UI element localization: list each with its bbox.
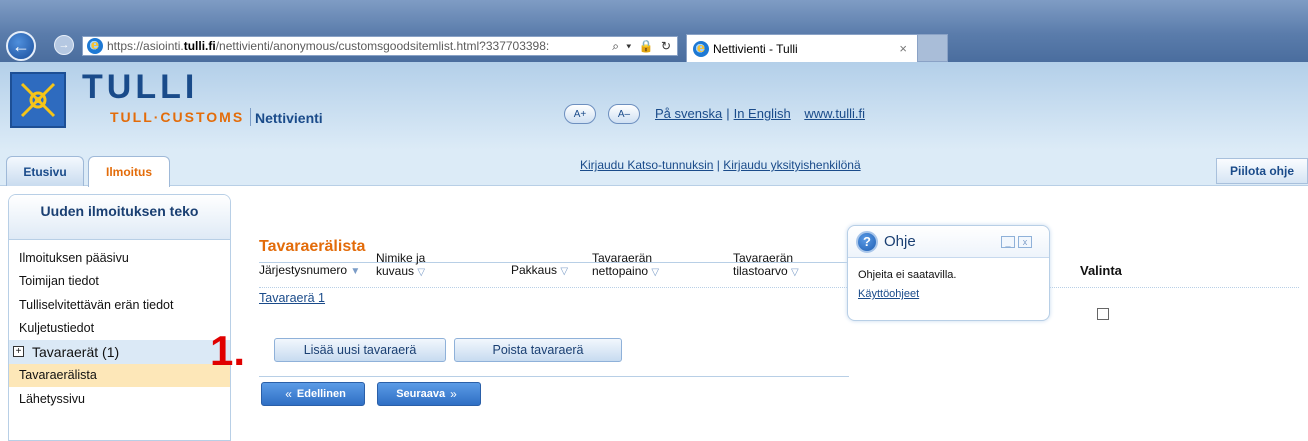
column-label: nettopaino [592,264,649,278]
new-tab-button[interactable] [918,34,948,62]
column-label: Nimike ja [376,251,426,265]
tab-row: Etusivu Ilmoitus Kirjaudu Katso-tunnuksi… [0,150,1308,187]
column-header-package[interactable]: Pakkaus ▽ [511,264,568,278]
sidebar-item-send-page[interactable]: Lähetyssivu [9,387,230,411]
logo-subtitle: TULL·CUSTOMS [110,109,245,125]
help-icon: ? [856,230,878,253]
user-guide-link[interactable]: Käyttöohjeet [858,288,919,300]
next-button[interactable]: Seuraava » [377,382,481,406]
sidebar-item-label: Toimijan tiedot [19,274,99,289]
sidebar-item-label: Lähetyssivu [19,391,86,406]
help-text: Ohjeita ei saatavilla. [858,269,957,281]
url-domain: tulli.fi [183,39,216,53]
font-increase-button[interactable]: A+ [564,104,596,124]
browser-tab-title: Nettivienti - Tulli [713,41,798,56]
remove-goods-item-button[interactable]: Poista tavaraerä [454,338,622,362]
sidebar-item-label: Tulliselvitettävän erän tiedot [19,297,174,312]
address-bar[interactable]: e https://asiointi. tulli.fi/nettivienti/… [82,36,678,56]
browser-chrome: ← → e https://asiointi. tulli.fi/nettivie… [0,0,1308,62]
divider [250,108,251,126]
sort-icon[interactable]: ▽ [560,266,568,277]
column-label: Pakkaus [511,263,558,277]
tulli-site-link[interactable]: www.tulli.fi [804,106,865,121]
sort-icon[interactable]: ▽ [417,267,425,278]
sidebar-item-label: Tavaraerät (1) [32,343,120,360]
close-icon[interactable]: × [899,41,907,56]
minimize-icon[interactable]: _ [1001,236,1015,248]
separator: | [716,158,720,172]
sidebar-item-label: Tavaraerälista [19,368,97,383]
chevron-left-icon: « [285,387,292,401]
sidebar-heading: Uuden ilmoituksen teko [9,195,230,240]
divider [259,376,849,377]
sidebar-item-main-page[interactable]: Ilmoituksen pääsivu [9,246,230,270]
english-link[interactable]: In English [734,106,791,121]
swedish-link[interactable]: På svenska [655,106,722,121]
back-arrow-icon[interactable]: ← [6,31,36,61]
column-label: Järjestysnumero [259,263,348,277]
app-name: Nettivienti [255,110,323,126]
login-private-link[interactable]: Kirjaudu yksityishenkilönä [723,158,860,172]
customs-emblem-icon [10,72,66,128]
separator: | [726,106,730,121]
hide-help-button[interactable]: Piilota ohje [1216,158,1308,184]
column-header-order[interactable]: Järjestysnumero ▼ [259,264,360,278]
column-label: Tavaraerän [733,251,794,265]
login-links: Kirjaudu Katso-tunnuksin | Kirjaudu yksi… [580,158,861,172]
previous-label: Edellinen [296,388,346,400]
column-header-stat-value[interactable]: Tavaraerän tilastoarvo ▽ [733,252,799,279]
column-label: kuvaus [376,264,415,278]
sort-icon[interactable]: ▽ [791,267,799,278]
tab-etusivu[interactable]: Etusivu [6,156,84,186]
goods-item-link[interactable]: Tavaraerä 1 [259,291,325,305]
sidebar-item-goods-list[interactable]: Tavaraerälista [9,363,230,387]
column-header-selection: Valinta [1080,263,1122,278]
font-decrease-button[interactable]: A– [608,104,640,124]
divider [259,287,1299,288]
step-marker: 1. [210,327,246,374]
next-label: Seuraava [396,388,446,400]
expand-icon[interactable]: + [13,346,24,358]
browser-tab[interactable]: e Nettivienti - Tulli × [686,34,918,62]
logo-title: TULLI [82,68,199,106]
tab-ilmoitus[interactable]: Ilmoitus [88,156,170,187]
url-prefix: https://asiointi. [107,39,184,53]
forward-arrow-icon[interactable]: → [54,35,74,55]
help-title: Ohje [884,233,916,250]
sidebar-item-label: Kuljetustiedot [19,321,95,336]
chevron-right-icon: » [450,387,457,401]
sidebar-item-operator[interactable]: Toimijan tiedot [9,270,230,294]
login-katso-link[interactable]: Kirjaudu Katso-tunnuksin [580,158,713,172]
ie-logo-icon: e [87,38,103,54]
sidebar-item-transport[interactable]: Kuljetustiedot [9,317,230,341]
url-path: /nettivienti/anonymous/customsgoodsiteml… [215,39,550,53]
sidebar-item-shipment[interactable]: Tulliselvitettävän erän tiedot [9,293,230,317]
column-header-description[interactable]: Nimike ja kuvaus ▽ [376,252,425,279]
language-links: På svenska | In English www.tulli.fi [655,106,865,121]
row-select-checkbox[interactable] [1097,308,1109,320]
close-icon[interactable]: x [1018,236,1032,248]
previous-button[interactable]: « Edellinen [261,382,365,406]
column-label: Tavaraerän [592,251,653,265]
sidebar: Uuden ilmoituksen teko Ilmoituksen pääsi… [8,194,231,441]
page-title: Tavaraerälista [259,238,366,255]
ie-tab-icon: e [693,40,709,57]
sidebar-item-label: Ilmoituksen pääsivu [19,250,129,265]
site-header: TULLI TULL·CUSTOMS Nettivienti A+ A– På … [0,62,1308,150]
add-goods-item-button[interactable]: Lisää uusi tavaraerä [274,338,446,362]
column-label: tilastoarvo [733,264,788,278]
help-popup: ? Ohje _ x Ohjeita ei saatavilla. Käyttö… [847,225,1050,321]
sort-icon[interactable]: ▼ [350,266,360,277]
sort-icon[interactable]: ▽ [651,267,659,278]
address-tools-icons[interactable]: ⌕ ▾ 🔒 ↻ [612,39,677,54]
sidebar-item-goods-items[interactable]: + Tavaraerät (1) [9,340,230,364]
column-header-net-weight[interactable]: Tavaraerän nettopaino ▽ [592,252,659,279]
